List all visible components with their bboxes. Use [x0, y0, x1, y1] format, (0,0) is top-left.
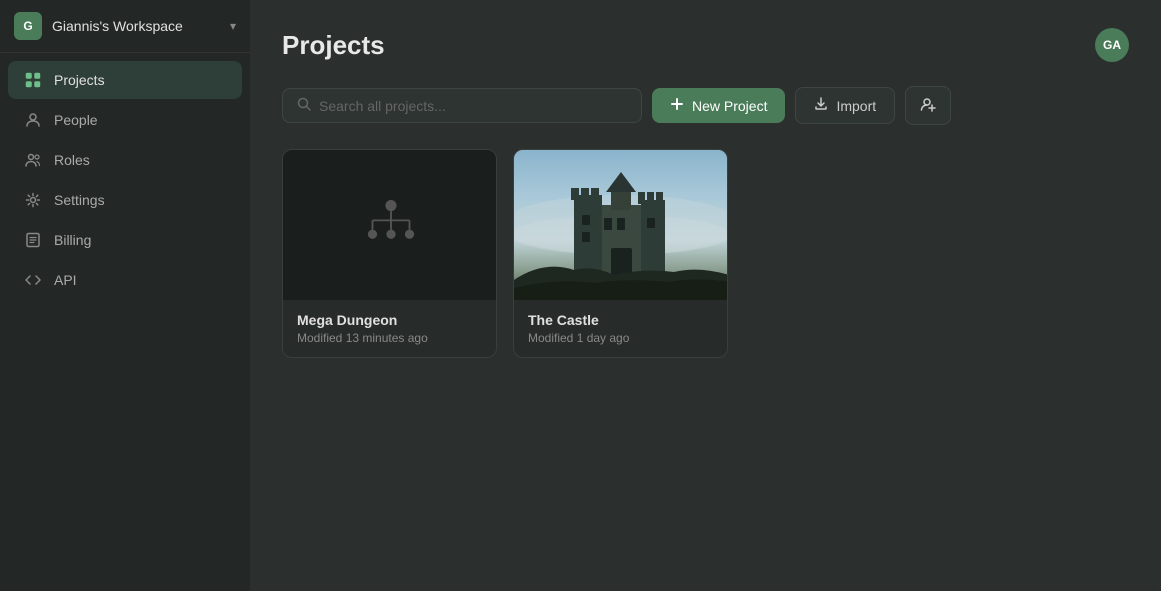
sidebar-item-people-label: People [54, 112, 98, 128]
new-project-button[interactable]: New Project [652, 88, 785, 123]
main-header: Projects GA [282, 28, 1129, 62]
plus-icon [670, 97, 684, 114]
project-name-mega-dungeon: Mega Dungeon [297, 312, 482, 328]
sidebar-item-settings-label: Settings [54, 192, 105, 208]
project-meta-the-castle: Modified 1 day ago [528, 331, 713, 345]
project-meta-mega-dungeon: Modified 13 minutes ago [297, 331, 482, 345]
add-person-button[interactable] [905, 86, 951, 125]
sidebar-nav: Projects People Roles [0, 53, 250, 307]
sidebar-item-api[interactable]: API [8, 261, 242, 299]
user-avatar[interactable]: GA [1095, 28, 1129, 62]
toolbar: New Project Import [282, 86, 1129, 125]
add-person-icon [920, 96, 936, 115]
project-thumbnail-mega-dungeon [283, 150, 497, 300]
sidebar-item-roles[interactable]: Roles [8, 141, 242, 179]
workspace-header[interactable]: G Giannis's Workspace ▾ [0, 0, 250, 53]
workspace-name: Giannis's Workspace [52, 18, 220, 34]
import-icon [814, 97, 828, 114]
users-icon [24, 151, 42, 169]
receipt-icon [24, 231, 42, 249]
sidebar-item-api-label: API [54, 272, 77, 288]
project-card-the-castle[interactable]: The Castle Modified 1 day ago [513, 149, 728, 358]
chevron-down-icon: ▾ [230, 19, 236, 33]
page-title: Projects [282, 30, 385, 61]
project-thumbnail-the-castle [514, 150, 728, 300]
search-icon [297, 97, 311, 114]
gear-icon [24, 191, 42, 209]
sidebar-item-billing[interactable]: Billing [8, 221, 242, 259]
sidebar: G Giannis's Workspace ▾ Projects [0, 0, 250, 591]
sidebar-item-billing-label: Billing [54, 232, 91, 248]
sidebar-item-projects-label: Projects [54, 72, 105, 88]
project-info-mega-dungeon: Mega Dungeon Modified 13 minutes ago [283, 300, 496, 357]
projects-grid: Mega Dungeon Modified 13 minutes ago [282, 149, 1129, 358]
project-card-mega-dungeon[interactable]: Mega Dungeon Modified 13 minutes ago [282, 149, 497, 358]
grid-icon [24, 71, 42, 89]
sidebar-item-projects[interactable]: Projects [8, 61, 242, 99]
sidebar-item-roles-label: Roles [54, 152, 90, 168]
main-content: Projects GA New Project [250, 0, 1161, 591]
search-input[interactable] [319, 98, 627, 114]
project-info-the-castle: The Castle Modified 1 day ago [514, 300, 727, 357]
import-button[interactable]: Import [795, 87, 895, 124]
workspace-avatar: G [14, 12, 42, 40]
sidebar-item-people[interactable]: People [8, 101, 242, 139]
sidebar-item-settings[interactable]: Settings [8, 181, 242, 219]
search-bar[interactable] [282, 88, 642, 123]
code-icon [24, 271, 42, 289]
header-right: GA [1095, 28, 1129, 62]
person-icon [24, 111, 42, 129]
project-name-the-castle: The Castle [528, 312, 713, 328]
